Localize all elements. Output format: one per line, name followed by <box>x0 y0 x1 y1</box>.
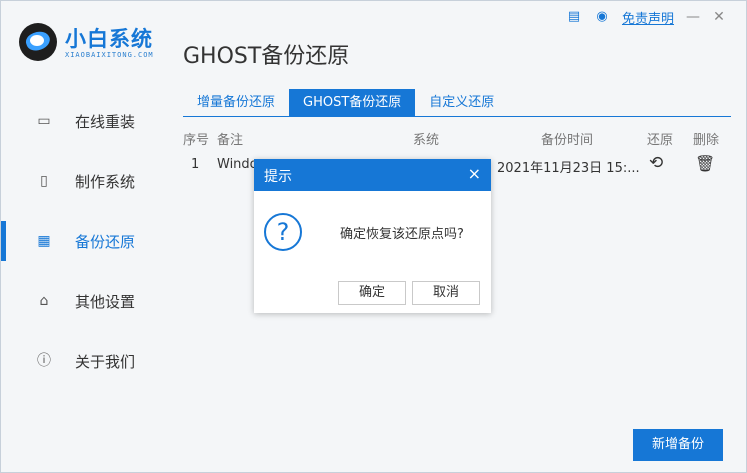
brand-subtitle: XIAOBAIXITONG.COM <box>65 51 154 59</box>
sidebar-item-about-us[interactable]: ⓘ 关于我们 <box>1 341 166 381</box>
sidebar-item-backup-restore[interactable]: ▦ 备份还原 <box>1 221 166 261</box>
logo-icon <box>19 23 57 61</box>
header-note: 备注 <box>217 133 244 148</box>
cancel-button[interactable]: 取消 <box>412 281 480 305</box>
page-title: GHOST备份还原 <box>183 44 350 69</box>
topbar: ▤ ◉ 免责声明 — ✕ <box>566 7 726 27</box>
header-index: 序号 <box>183 133 210 148</box>
sidebar: 小白系统 XIAOBAIXITONG.COM ▭ 在线重装 ▯ 制作系统 ▦ 备… <box>1 1 166 472</box>
confirm-dialog: 提示 × ? 确定恢复该还原点吗? 确定 取消 <box>254 159 491 313</box>
question-icon: ? <box>264 213 302 251</box>
row-index: 1 <box>191 157 200 172</box>
header-time: 备份时间 <box>541 133 594 148</box>
sidebar-item-other-settings[interactable]: ⌂ 其他设置 <box>1 281 166 321</box>
table-header: 序号 备注 系统 备份时间 还原 删除 <box>183 123 731 151</box>
support-icon[interactable]: ◉ <box>594 9 610 25</box>
restore-icon[interactable]: ⟲ <box>649 153 663 173</box>
monitor-icon: ▭ <box>37 113 51 129</box>
trash-icon[interactable]: 🗑 <box>695 154 715 173</box>
dialog-close-button[interactable]: × <box>468 164 481 183</box>
header-restore: 还原 <box>647 133 674 148</box>
sidebar-item-label: 制作系统 <box>75 173 136 191</box>
header-delete: 删除 <box>693 133 720 148</box>
tab-bar: 增量备份还原 GHOST备份还原 自定义还原 <box>183 89 508 117</box>
brand-name: 小白系统 <box>65 27 153 51</box>
sidebar-item-online-reinstall[interactable]: ▭ 在线重装 <box>1 101 166 141</box>
sidebar-item-make-system[interactable]: ▯ 制作系统 <box>1 161 166 201</box>
sidebar-item-label: 在线重装 <box>75 113 136 131</box>
dialog-message: 确定恢复该还原点吗? <box>340 227 464 242</box>
briefcase-icon: ⌂ <box>39 293 49 309</box>
add-backup-button[interactable]: 新增备份 <box>633 429 723 461</box>
tab-incremental-backup[interactable]: 增量备份还原 <box>183 89 289 117</box>
document-icon[interactable]: ▤ <box>566 9 582 25</box>
app-window: 小白系统 XIAOBAIXITONG.COM ▭ 在线重装 ▯ 制作系统 ▦ 备… <box>0 0 747 473</box>
row-note: Windo <box>217 157 258 172</box>
backup-grid-icon: ▦ <box>37 233 51 249</box>
sidebar-item-label: 关于我们 <box>75 353 136 371</box>
tab-ghost-backup[interactable]: GHOST备份还原 <box>289 89 416 117</box>
tab-underline <box>183 116 731 117</box>
info-icon: ⓘ <box>37 353 51 369</box>
tab-custom-restore[interactable]: 自定义还原 <box>415 89 508 117</box>
confirm-button[interactable]: 确定 <box>338 281 406 305</box>
disclaimer-link[interactable]: 免责声明 <box>622 8 674 27</box>
sidebar-item-label: 其他设置 <box>75 293 136 311</box>
usb-drive-icon: ▯ <box>40 173 48 189</box>
minimize-button[interactable]: — <box>686 9 700 25</box>
dialog-title: 提示 <box>264 169 292 185</box>
header-system: 系统 <box>413 133 440 148</box>
row-time: 2021年11月23日 15:... <box>497 161 640 176</box>
dialog-header: 提示 × <box>254 159 491 191</box>
sidebar-item-label: 备份还原 <box>75 233 136 251</box>
close-window-button[interactable]: ✕ <box>712 9 726 25</box>
